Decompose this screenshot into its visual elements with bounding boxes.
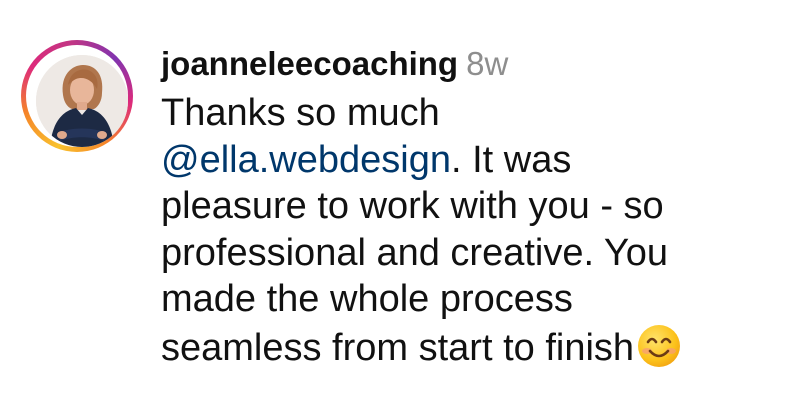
mention-link[interactable]: @ella.webdesign — [161, 139, 451, 181]
avatar-gap — [26, 45, 128, 147]
comment-line-2-text: . It was — [450, 138, 572, 181]
comment-text: Thanks so much @ella.webdesign. It was p… — [161, 90, 781, 371]
story-ring[interactable] — [21, 40, 133, 152]
profile-photo — [36, 55, 128, 147]
comment-line-1: Thanks so much — [161, 92, 440, 134]
comment-line-2: @ella.webdesign. It was — [161, 137, 781, 184]
comment-line-4: professional and creative. You — [161, 231, 669, 274]
comment-line-5: made the whole process — [161, 278, 573, 320]
comment-header: joanneleecoaching 8w — [161, 38, 781, 90]
comment-content: joanneleecoaching 8w Thanks so much @ella… — [161, 38, 781, 371]
avatar[interactable] — [36, 55, 128, 147]
comment-line-6-text: seamless from start to finish — [161, 326, 635, 369]
comment-line-6: seamless from start to finish — [161, 323, 781, 372]
comment: joanneleecoaching 8w Thanks so much @ella… — [0, 0, 794, 415]
comment-line-3: pleasure to work with you - so — [161, 185, 664, 227]
smiling-face-emoji-icon — [636, 323, 682, 369]
username-link[interactable]: joanneleecoaching — [161, 45, 458, 82]
comment-timestamp: 8w — [466, 45, 509, 82]
